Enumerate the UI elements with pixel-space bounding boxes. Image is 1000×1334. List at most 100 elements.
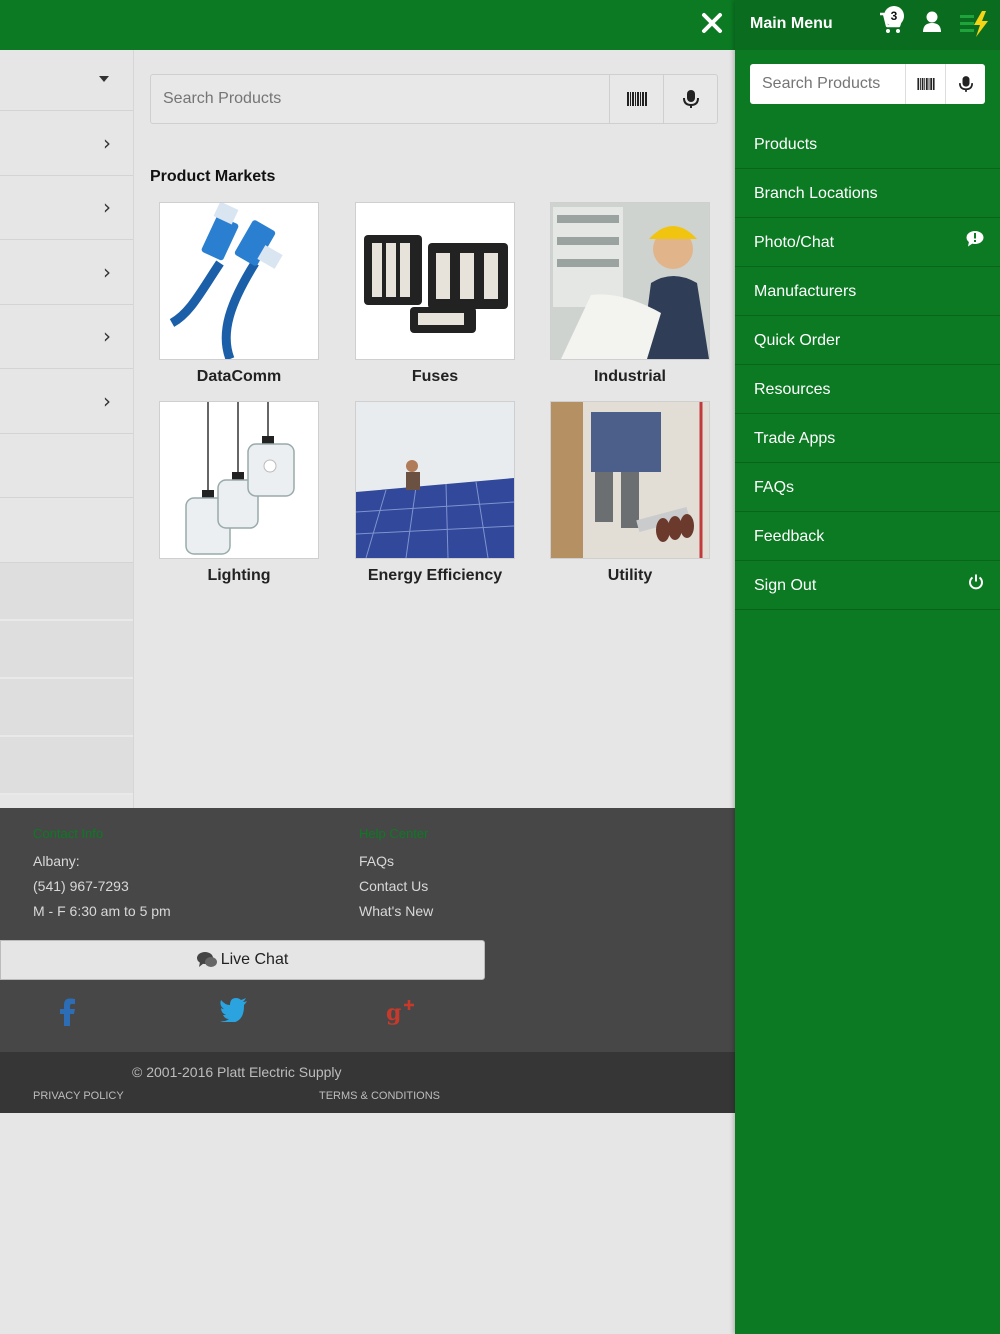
caret-down-icon	[99, 76, 109, 82]
sidebar-item[interactable]	[0, 678, 133, 737]
market-tile-datacomm[interactable]: DataComm	[150, 202, 328, 386]
privacy-policy-link[interactable]: PRIVACY POLICY	[33, 1090, 124, 1102]
lighting-image	[159, 401, 319, 559]
chevron-right-icon: ›	[103, 130, 111, 155]
chat-alert-icon	[966, 218, 984, 267]
menu-item-label: Sign Out	[754, 577, 817, 594]
copyright-bar: © 2001-2016 Platt Electric Supply PRIVAC…	[0, 1052, 735, 1113]
google-plus-icon: g	[386, 1000, 414, 1026]
main-search-input[interactable]	[151, 75, 609, 123]
menu-item-resources[interactable]: Resources	[735, 365, 1000, 414]
account-button[interactable]	[922, 11, 942, 38]
market-label: Fuses	[411, 368, 459, 385]
market-tile-utility[interactable]: Utility	[541, 401, 719, 585]
main-menu-drawer: Main Menu 3 Products Branch Locations Ph…	[735, 0, 1000, 1334]
svg-text:g: g	[386, 1000, 401, 1026]
voice-search-button[interactable]	[663, 75, 717, 123]
barcode-scan-button[interactable]	[609, 75, 663, 123]
twitter-icon	[220, 998, 247, 1023]
menu-item-quick-order[interactable]: Quick Order	[735, 316, 1000, 365]
microphone-icon	[958, 76, 973, 92]
utility-image	[550, 401, 710, 559]
fuses-image	[355, 202, 515, 360]
top-bar	[0, 0, 735, 50]
market-label: Industrial	[593, 368, 666, 385]
main-page: › › › › › Product Markets	[0, 0, 735, 1334]
sidebar-item[interactable]	[0, 434, 133, 498]
facebook-icon	[60, 998, 75, 1026]
menu-search-input[interactable]	[750, 64, 905, 104]
chevron-right-icon: ›	[103, 195, 111, 220]
contact-info-heading: Contact Info	[33, 826, 104, 841]
datacomm-image	[159, 202, 319, 360]
menu-item-branch-locations[interactable]: Branch Locations	[735, 169, 1000, 218]
market-label: Lighting	[207, 567, 271, 584]
sidebar-item[interactable]	[0, 498, 133, 563]
menu-item-feedback[interactable]: Feedback	[735, 512, 1000, 561]
sidebar-item[interactable]: ›	[0, 111, 133, 176]
main-search-bar	[150, 74, 718, 124]
footer-link-faqs[interactable]: FAQs	[359, 853, 394, 869]
menu-item-label: Quick Order	[754, 332, 841, 349]
menu-item-manufacturers[interactable]: Manufacturers	[735, 267, 1000, 316]
live-chat-button[interactable]: Live Chat	[0, 940, 485, 980]
market-label: Energy Efficiency	[367, 567, 503, 584]
sidebar-item[interactable]: ›	[0, 176, 133, 240]
product-markets-heading: Product Markets	[150, 168, 276, 185]
menu-item-label: Products	[754, 136, 818, 153]
brand-menu-button[interactable]	[960, 11, 990, 42]
menu-voice-button[interactable]	[945, 64, 985, 104]
menu-item-label: Resources	[754, 381, 831, 398]
close-icon	[702, 13, 722, 33]
facebook-link[interactable]	[58, 998, 76, 1033]
cart-count-badge: 3	[884, 6, 904, 26]
menu-item-label: FAQs	[754, 479, 795, 496]
energy-efficiency-image	[355, 401, 515, 559]
menu-item-label: Photo/Chat	[754, 234, 835, 251]
chevron-right-icon: ›	[103, 388, 111, 413]
menu-header: Main Menu 3	[735, 0, 1000, 50]
google-plus-link[interactable]: g	[386, 998, 414, 1033]
live-chat-label: Live Chat	[220, 951, 289, 968]
market-label: DataComm	[196, 368, 282, 385]
menu-item-products[interactable]: Products	[735, 120, 1000, 169]
chat-bubbles-icon	[196, 952, 217, 967]
contact-phone[interactable]: (541) 967-7293	[33, 878, 129, 894]
contact-hours: M - F 6:30 am to 5 pm	[33, 903, 171, 919]
sidebar-item[interactable]: ›	[0, 240, 133, 305]
footer-link-contact-us[interactable]: Contact Us	[359, 878, 428, 894]
menu-barcode-button[interactable]	[905, 64, 945, 104]
close-menu-button[interactable]	[699, 12, 725, 38]
menu-item-photo-chat[interactable]: Photo/Chat	[735, 218, 1000, 267]
microphone-icon	[682, 90, 699, 108]
sidebar-item[interactable]	[0, 562, 133, 621]
market-tile-lighting[interactable]: Lighting	[150, 401, 328, 585]
sidebar-item[interactable]: ›	[0, 305, 133, 369]
market-tile-industrial[interactable]: Industrial	[541, 202, 719, 386]
twitter-link[interactable]	[220, 998, 248, 1029]
terms-link[interactable]: TERMS & CONDITIONS	[319, 1090, 440, 1102]
menu-item-label: Feedback	[754, 528, 825, 545]
sidebar-item[interactable]	[0, 736, 133, 795]
menu-item-label: Branch Locations	[754, 185, 878, 202]
market-tile-energy-efficiency[interactable]: Energy Efficiency	[346, 401, 524, 585]
barcode-icon	[916, 78, 935, 90]
market-tile-fuses[interactable]: Fuses	[346, 202, 524, 386]
menu-item-trade-apps[interactable]: Trade Apps	[735, 414, 1000, 463]
chevron-right-icon: ›	[103, 324, 111, 349]
menu-item-sign-out[interactable]: Sign Out	[735, 561, 1000, 610]
menu-item-label: Manufacturers	[754, 283, 857, 300]
market-label: Utility	[607, 567, 653, 584]
help-center-heading: Help Center	[359, 826, 429, 841]
sidebar-item[interactable]: ›	[0, 369, 133, 434]
chevron-right-icon: ›	[103, 259, 111, 284]
sidebar-item[interactable]	[0, 620, 133, 679]
menu-list: Products Branch Locations Photo/Chat Man…	[735, 120, 1000, 610]
footer-link-whats-new[interactable]: What's New	[359, 903, 433, 919]
menu-item-faqs[interactable]: FAQs	[735, 463, 1000, 512]
menu-search-bar	[750, 64, 985, 104]
contact-line: Albany:	[33, 853, 80, 869]
sidebar-dropdown[interactable]	[0, 50, 133, 111]
menu-title: Main Menu	[750, 15, 833, 32]
menu-item-label: Trade Apps	[754, 430, 836, 447]
